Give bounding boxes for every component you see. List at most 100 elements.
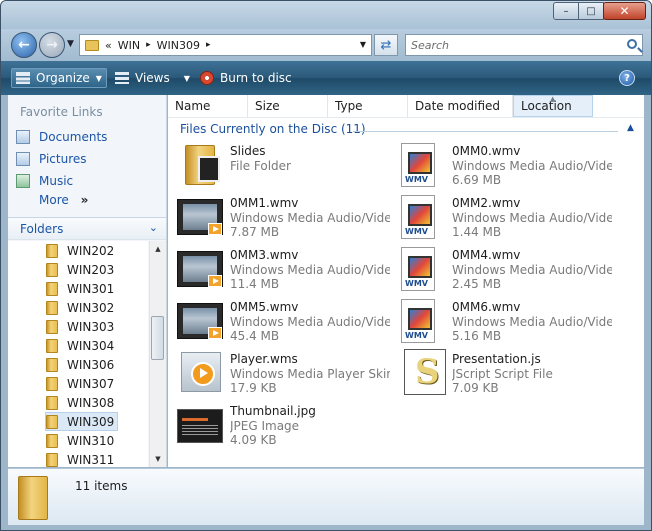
folders-header[interactable]: Folders ⌄ xyxy=(8,217,166,240)
folder-icon xyxy=(46,262,58,277)
favorite-label: Music xyxy=(39,174,74,188)
tree-item[interactable]: WIN306 xyxy=(46,355,114,374)
tree-item[interactable]: WIN203 xyxy=(46,260,114,279)
scroll-up-button[interactable]: ▲ xyxy=(150,241,166,257)
chevron-down-icon: ⌄ xyxy=(148,221,158,234)
favorite-pictures[interactable]: Pictures xyxy=(16,149,87,169)
burn-label: Burn to disc xyxy=(220,71,292,85)
wmv-file-icon: WMV xyxy=(401,247,435,291)
file-item[interactable]: WMV 0MM6.wmv Windows Media Audio/Vide...… xyxy=(399,297,621,345)
chevron-up-icon[interactable]: ▲ xyxy=(627,123,634,133)
burn-to-disc-button[interactable]: Burn to disc xyxy=(200,69,292,87)
file-item[interactable]: WMV 0MM2.wmv Windows Media Audio/Vide...… xyxy=(399,193,621,241)
tree-item[interactable]: WIN301 xyxy=(46,279,114,298)
column-size[interactable]: Size xyxy=(248,95,328,117)
file-size: 1.44 MB xyxy=(452,225,502,239)
recent-pages-dropdown[interactable]: ▼ xyxy=(67,39,74,49)
group-divider xyxy=(353,131,618,132)
folder-icon xyxy=(46,319,58,334)
tree-item-label: WIN304 xyxy=(67,338,115,353)
tree-item[interactable]: WIN202 xyxy=(46,241,114,260)
folder-icon xyxy=(46,395,58,410)
file-size: 45.4 MB xyxy=(230,329,280,343)
search-input[interactable] xyxy=(406,35,616,55)
minimize-button[interactable]: – xyxy=(553,2,579,20)
breadcrumb-separator[interactable]: ▸ xyxy=(146,40,151,50)
explorer-window: – □ ✕ ← → ▼ « WIN ▸ WIN309 ▸ ▼ ⇄ Organize … xyxy=(0,0,652,531)
play-badge-icon xyxy=(208,327,222,339)
file-item[interactable]: WMV 0MM4.wmv Windows Media Audio/Vide...… xyxy=(399,245,621,293)
refresh-button[interactable]: ⇄ xyxy=(374,34,398,56)
maximize-button[interactable]: □ xyxy=(578,2,604,20)
search-icon[interactable] xyxy=(627,39,637,49)
more-links[interactable]: More » xyxy=(39,193,88,207)
breadcrumb-win[interactable]: WIN ▸ xyxy=(118,39,151,52)
file-type: JPEG Image xyxy=(230,419,300,433)
breadcrumb-overflow[interactable]: « xyxy=(105,39,112,52)
scroll-thumb[interactable] xyxy=(151,316,164,360)
address-bar[interactable]: « WIN ▸ WIN309 ▸ ▼ xyxy=(79,34,372,56)
tree-item[interactable]: WIN303 xyxy=(46,317,114,336)
file-item[interactable]: Presentation.js JScript Script File 7.09… xyxy=(404,349,626,397)
command-bar: Organize ▼ Views ▼ Burn to disc ? xyxy=(1,61,651,95)
tree-item-selected[interactable]: WIN309 xyxy=(45,412,119,431)
title-bar[interactable]: – □ ✕ xyxy=(1,1,651,29)
wmv-file-icon: WMV xyxy=(401,143,435,187)
organize-button[interactable]: Organize ▼ xyxy=(11,68,107,88)
tree-item-label: WIN303 xyxy=(67,319,115,334)
close-button[interactable]: ✕ xyxy=(603,2,646,20)
folder-tree-scrollbar[interactable]: ▲ ▼ xyxy=(149,241,166,467)
help-button[interactable]: ? xyxy=(619,70,635,86)
file-size: 4.09 KB xyxy=(230,433,277,447)
file-item[interactable]: Thumbnail.jpg JPEG Image 4.09 KB xyxy=(177,401,399,449)
wmv-file-icon: WMV xyxy=(401,195,435,239)
column-date-modified[interactable]: Date modified xyxy=(408,95,513,117)
video-thumbnail-icon xyxy=(177,251,223,287)
file-item[interactable]: 0MM3.wmv Windows Media Audio/Vide... 11.… xyxy=(177,245,399,293)
back-arrow-icon: ← xyxy=(18,37,30,53)
folder-icon xyxy=(46,452,58,467)
file-size: 17.9 KB xyxy=(230,381,277,395)
breadcrumb-win309[interactable]: WIN309 ▸ xyxy=(157,39,211,52)
favorite-documents[interactable]: Documents xyxy=(16,127,107,147)
breadcrumb-separator[interactable]: ▸ xyxy=(206,40,211,50)
file-name: 0MM5.wmv xyxy=(230,300,299,314)
tree-item-label: WIN302 xyxy=(67,300,115,315)
chevron-down-icon: ▼ xyxy=(183,73,190,83)
address-dropdown-button[interactable]: ▼ xyxy=(360,40,366,49)
folder-icon xyxy=(46,281,58,296)
organize-icon xyxy=(16,72,30,84)
tree-item[interactable]: WIN307 xyxy=(46,374,114,393)
favorite-music[interactable]: Music xyxy=(16,171,73,191)
tree-item[interactable]: WIN310 xyxy=(46,431,114,450)
wmv-file-icon: WMV xyxy=(401,299,435,343)
folder-icon xyxy=(185,145,220,185)
column-type[interactable]: Type xyxy=(328,95,408,117)
folder-icon xyxy=(46,433,58,448)
file-type: Windows Media Audio/Vide... xyxy=(452,211,612,225)
views-icon xyxy=(115,72,129,84)
tree-item[interactable]: WIN304 xyxy=(46,336,114,355)
item-count: 11 items xyxy=(75,479,128,493)
file-item[interactable]: 0MM5.wmv Windows Media Audio/Vide... 45.… xyxy=(177,297,399,345)
file-type: Windows Media Audio/Vide... xyxy=(230,315,390,329)
forward-button[interactable]: → xyxy=(39,32,65,58)
group-header[interactable]: Files Currently on the Disc (11) xyxy=(180,122,366,136)
scroll-down-button[interactable]: ▼ xyxy=(150,451,166,467)
tree-item[interactable]: WIN302 xyxy=(46,298,114,317)
tree-item[interactable]: WIN308 xyxy=(46,393,114,412)
file-item[interactable]: Player.wms Windows Media Player Skin ...… xyxy=(177,349,399,397)
file-item[interactable]: 0MM1.wmv Windows Media Audio/Vide... 7.8… xyxy=(177,193,399,241)
views-button[interactable]: Views ▼ xyxy=(115,69,190,87)
file-item[interactable]: WMV 0MM0.wmv Windows Media Audio/Vide...… xyxy=(399,141,621,189)
folder-icon xyxy=(46,357,58,372)
back-button[interactable]: ← xyxy=(11,32,37,58)
tree-item[interactable]: WIN311 xyxy=(46,450,114,467)
file-type: Windows Media Audio/Vide... xyxy=(230,263,390,277)
column-name[interactable]: Name xyxy=(168,95,248,117)
tree-item-label: WIN203 xyxy=(67,262,115,277)
music-icon xyxy=(16,174,30,188)
file-item[interactable]: Slides File Folder xyxy=(177,141,399,189)
video-thumbnail-icon xyxy=(177,303,223,339)
file-name: Slides xyxy=(230,144,266,158)
